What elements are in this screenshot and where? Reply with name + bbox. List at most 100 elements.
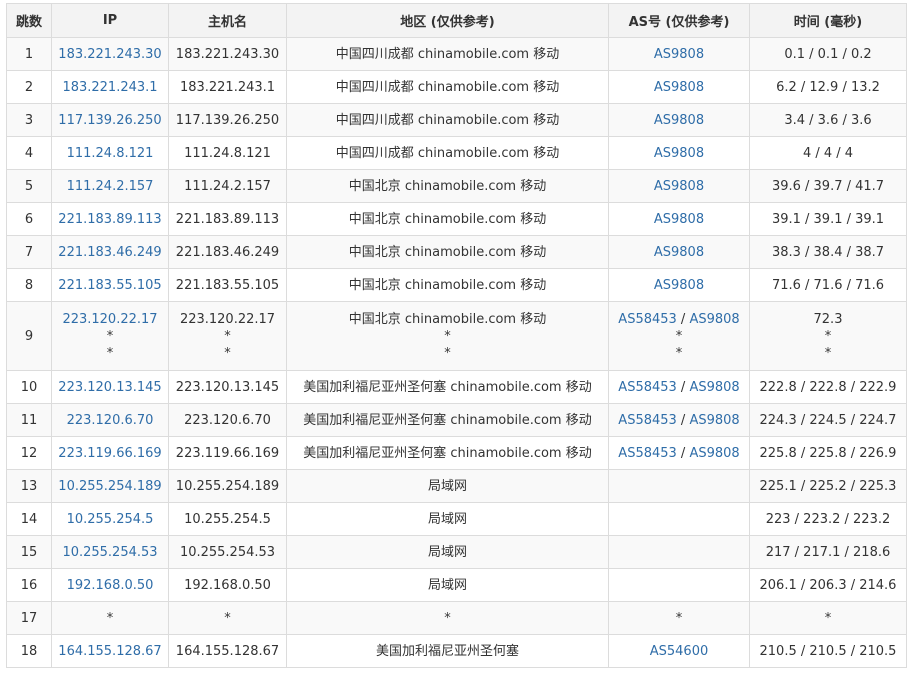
hostname-text: 183.221.243.30 <box>175 46 280 62</box>
hostname-text: 183.221.243.1 <box>179 79 276 95</box>
ip-link[interactable]: 10.255.254.5 <box>52 511 168 528</box>
time-cell: 71.6 / 71.6 / 71.6 <box>749 268 907 302</box>
hop-cell: 9 <box>6 301 52 371</box>
time-cell: 224.3 / 224.5 / 224.7 <box>749 403 907 437</box>
time-text: * <box>824 345 832 361</box>
as-link[interactable]: AS58453 <box>618 380 677 395</box>
ip-link[interactable]: 111.24.8.121 <box>52 145 168 162</box>
hostname-text: 221.183.46.249 <box>175 244 280 260</box>
as-link[interactable]: AS9808 <box>654 245 704 260</box>
region-text: 中国北京 chinamobile.com 移动 <box>348 211 547 227</box>
table-row: 13 10.255.254.189 10.255.254.189 局域网 225.1 /… <box>6 469 907 503</box>
time-text: 217 / 217.1 / 218.6 <box>765 544 891 560</box>
as-link[interactable]: AS9808 <box>654 146 704 161</box>
hostname-text: 117.139.26.250 <box>175 112 280 128</box>
table-row: 1 183.221.243.30 183.221.243.30 中国四川成都 chin… <box>6 37 907 71</box>
as-cell: AS58453 / AS9808 <box>608 403 750 437</box>
as-link[interactable]: AS9808 <box>689 446 739 461</box>
as-link[interactable]: AS9808 <box>654 179 704 194</box>
ip-link[interactable]: 10.255.254.189 <box>52 478 168 495</box>
region-text: * <box>444 328 451 344</box>
ip-link[interactable]: 10.255.254.53 <box>52 544 168 561</box>
ip-link[interactable]: 223.120.6.70 <box>52 412 168 429</box>
region-cell: 中国北京 chinamobile.com 移动 <box>286 268 609 302</box>
hostname-cell: 192.168.0.50 <box>168 568 287 602</box>
ip-link[interactable]: 117.139.26.250 <box>52 112 168 129</box>
as-link[interactable]: AS9808 <box>654 113 704 128</box>
region-cell: 美国加利福尼亚州圣何塞 <box>286 634 609 668</box>
traceroute-table-container: 跳数 IP 主机名 地区 (仅供参考) AS号 (仅供参考) 时间 (毫秒) 1… <box>6 3 907 668</box>
region-cell: 中国北京 chinamobile.com 移动 <box>286 235 609 269</box>
region-cell: 美国加利福尼亚州圣何塞 chinamobile.com 移动 <box>286 403 609 437</box>
header-row: 跳数 IP 主机名 地区 (仅供参考) AS号 (仅供参考) 时间 (毫秒) <box>6 3 907 38</box>
time-text: 71.6 / 71.6 / 71.6 <box>771 277 885 293</box>
hostname-text: 111.24.2.157 <box>184 178 271 194</box>
ip-link[interactable]: 221.183.89.113 <box>52 211 168 228</box>
ip-cell: 10.255.254.53 <box>51 535 169 569</box>
time-text: 72.3 <box>813 311 843 327</box>
as-cell: AS9808 <box>608 37 750 71</box>
region-text: 中国四川成都 chinamobile.com 移动 <box>335 79 560 95</box>
col-header-as: AS号 (仅供参考) <box>608 3 750 38</box>
ip-link[interactable]: 221.183.46.249 <box>52 244 168 261</box>
as-link[interactable]: AS9808 <box>654 47 704 62</box>
ip-link[interactable]: 221.183.55.105 <box>52 277 168 294</box>
time-cell: 3.4 / 3.6 / 3.6 <box>749 103 907 137</box>
time-text: 206.1 / 206.3 / 214.6 <box>759 577 897 593</box>
hostname-text: 192.168.0.50 <box>184 577 271 593</box>
hostname-cell: 223.120.22.17 * * <box>168 301 287 371</box>
traceroute-table: 跳数 IP 主机名 地区 (仅供参考) AS号 (仅供参考) 时间 (毫秒) 1… <box>6 3 907 668</box>
time-cell: 6.2 / 12.9 / 13.2 <box>749 70 907 104</box>
hostname-cell: 111.24.8.121 <box>168 136 287 170</box>
hop-cell: 11 <box>6 403 52 437</box>
ip-cell: 117.139.26.250 <box>51 103 169 137</box>
as-link[interactable]: AS9808 <box>654 278 704 293</box>
ip-cell: 221.183.46.249 <box>51 235 169 269</box>
hop-cell: 3 <box>6 103 52 137</box>
as-link[interactable]: AS9808 <box>654 212 704 227</box>
ip-cell: 164.155.128.67 <box>51 634 169 668</box>
time-text: 225.8 / 225.8 / 226.9 <box>759 445 897 461</box>
time-cell: 210.5 / 210.5 / 210.5 <box>749 634 907 668</box>
ip-link[interactable]: 223.120.13.145 <box>52 379 168 396</box>
as-cell: AS54600 <box>608 634 750 668</box>
as-link[interactable]: AS58453 <box>618 446 677 461</box>
as-cell: AS9808 <box>608 268 750 302</box>
time-cell: 225.1 / 225.2 / 225.3 <box>749 469 907 503</box>
as-timeout: * <box>675 328 683 344</box>
as-link[interactable]: AS9808 <box>654 80 704 95</box>
as-link[interactable]: AS58453 <box>618 312 677 327</box>
ip-link[interactable]: 192.168.0.50 <box>52 577 168 594</box>
as-link[interactable]: AS9808 <box>689 312 739 327</box>
ip-cell: * <box>51 601 169 635</box>
hostname-text: * <box>224 328 231 344</box>
as-line: AS54600 <box>609 643 749 660</box>
as-cell: AS58453 / AS9808 * * <box>608 301 750 371</box>
as-cell: AS58453 / AS9808 <box>608 436 750 470</box>
ip-link[interactable]: 223.119.66.169 <box>52 445 168 462</box>
time-text: * <box>824 328 832 344</box>
time-cell: 0.1 / 0.1 / 0.2 <box>749 37 907 71</box>
ip-cell: 221.183.89.113 <box>51 202 169 236</box>
region-text: 美国加利福尼亚州圣何塞 chinamobile.com 移动 <box>303 379 592 395</box>
hostname-text: 164.155.128.67 <box>175 643 280 659</box>
table-row: 17 * * * * * <box>6 601 907 635</box>
ip-link[interactable]: 223.120.22.17 <box>52 311 168 328</box>
hop-cell: 7 <box>6 235 52 269</box>
table-row: 12 223.119.66.169 223.119.66.169 美国加利福尼亚州圣何… <box>6 436 907 470</box>
as-link[interactable]: AS9808 <box>689 380 739 395</box>
as-link[interactable]: AS54600 <box>650 644 709 659</box>
hop-cell: 15 <box>6 535 52 569</box>
ip-link[interactable]: 164.155.128.67 <box>52 643 168 660</box>
as-link[interactable]: AS58453 <box>618 413 677 428</box>
ip-link[interactable]: 111.24.2.157 <box>52 178 168 195</box>
table-body: 1 183.221.243.30 183.221.243.30 中国四川成都 chin… <box>6 37 907 668</box>
ip-link[interactable]: 183.221.243.30 <box>52 46 168 63</box>
hostname-cell: 223.120.13.145 <box>168 370 287 404</box>
ip-link[interactable]: 183.221.243.1 <box>52 79 168 96</box>
ip-cell: 183.221.243.1 <box>51 70 169 104</box>
time-cell: 217 / 217.1 / 218.6 <box>749 535 907 569</box>
as-link[interactable]: AS9808 <box>689 413 739 428</box>
hop-cell: 5 <box>6 169 52 203</box>
as-cell <box>608 535 750 569</box>
